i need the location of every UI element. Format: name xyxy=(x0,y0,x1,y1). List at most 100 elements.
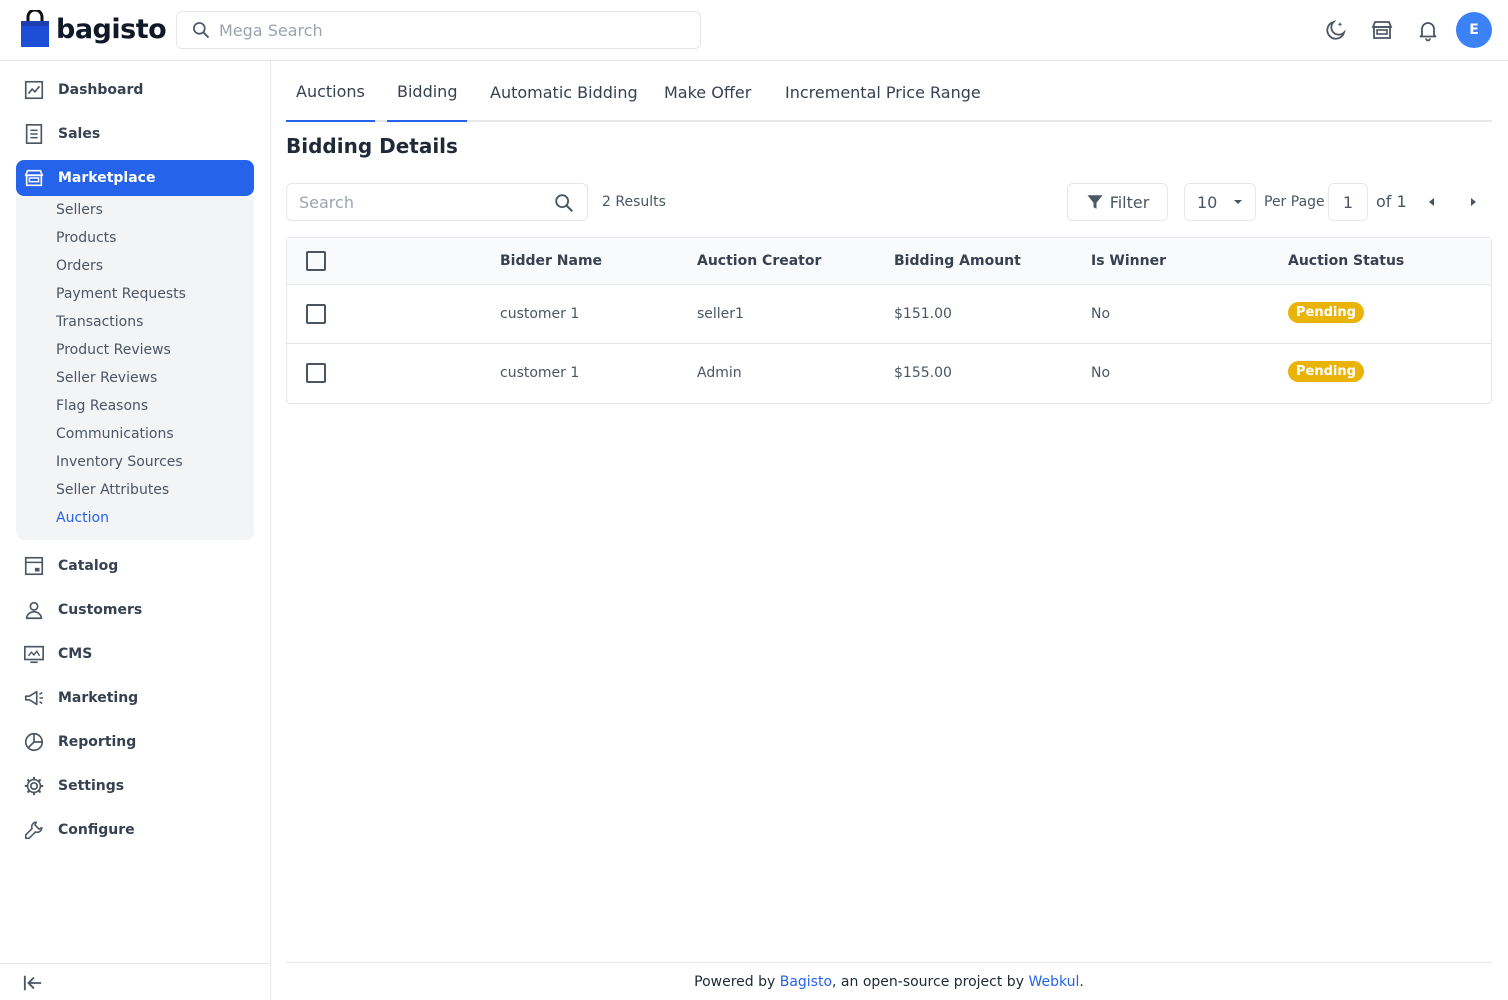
column-header-auction-status[interactable]: Auction Status xyxy=(1288,253,1404,269)
submenu-item-seller-reviews[interactable]: Seller Reviews xyxy=(56,370,157,386)
mega-search-box[interactable] xyxy=(176,11,701,49)
sidebar-item-label: Catalog xyxy=(58,558,119,574)
page-title: Bidding Details xyxy=(286,134,458,158)
sidebar-item-label: Customers xyxy=(58,602,143,618)
submenu-item-product-reviews[interactable]: Product Reviews xyxy=(56,342,171,358)
sidebar-item-reporting[interactable]: Reporting xyxy=(16,724,254,760)
sidebar-item-label: Sales xyxy=(58,126,101,142)
search-icon[interactable] xyxy=(553,192,575,214)
bidder-name-cell: customer 1 xyxy=(500,365,580,381)
sidebar: Dashboard Sales Marketplace Sellers Prod… xyxy=(0,61,271,1000)
row-checkbox[interactable] xyxy=(306,304,326,324)
notification-bell-icon[interactable] xyxy=(1415,17,1441,43)
page-number-input[interactable] xyxy=(1328,183,1368,221)
sidebar-item-label: Marketing xyxy=(58,690,139,706)
column-header-is-winner[interactable]: Is Winner xyxy=(1091,253,1166,269)
row-checkbox[interactable] xyxy=(306,363,326,383)
sidebar-item-marketing[interactable]: Marketing xyxy=(16,680,254,716)
per-page-value: 10 xyxy=(1197,192,1218,212)
tab-auctions[interactable]: Auctions xyxy=(286,62,375,122)
dark-mode-icon[interactable] xyxy=(1323,17,1349,43)
submenu-item-communications[interactable]: Communications xyxy=(56,426,174,442)
sidebar-item-label: CMS xyxy=(58,646,93,662)
tab-bidding[interactable]: Bidding xyxy=(387,62,468,122)
cms-icon xyxy=(22,642,46,666)
top-header: bagisto E xyxy=(0,0,1508,61)
submenu-item-products[interactable]: Products xyxy=(56,230,116,246)
status-badge: Pending xyxy=(1288,302,1364,323)
tab-bar: Auctions Bidding Automatic Bidding Make … xyxy=(286,62,1492,122)
column-header-bidding-amount[interactable]: Bidding Amount xyxy=(894,253,1021,269)
bagisto-link[interactable]: Bagisto xyxy=(780,974,832,990)
bidding-amount-cell: $151.00 xyxy=(894,306,952,322)
footer-suffix: . xyxy=(1079,973,1084,990)
column-header-bidder-name[interactable]: Bidder Name xyxy=(500,253,602,269)
column-header-auction-creator[interactable]: Auction Creator xyxy=(697,253,821,269)
submenu-item-sellers[interactable]: Sellers xyxy=(56,202,103,218)
tab-incremental-price-range[interactable]: Incremental Price Range xyxy=(785,62,981,122)
sidebar-item-customers[interactable]: Customers xyxy=(16,592,254,628)
filter-label: Filter xyxy=(1109,192,1150,212)
table-row: customer 1 seller1 $151.00 No Pending xyxy=(287,285,1491,344)
sidebar-item-label: Settings xyxy=(58,778,125,794)
sidebar-item-catalog[interactable]: Catalog xyxy=(16,548,254,584)
marketing-icon xyxy=(22,686,46,710)
mega-search-input[interactable] xyxy=(219,20,659,40)
results-count: 2 Results xyxy=(602,194,666,210)
footer-prefix: Powered by xyxy=(694,973,780,990)
storefront-icon[interactable] xyxy=(1369,17,1395,43)
previous-page-icon[interactable] xyxy=(1422,192,1442,212)
sidebar-item-label: Reporting xyxy=(58,734,137,750)
datagrid-search-box[interactable] xyxy=(286,183,588,221)
sidebar-item-dashboard[interactable]: Dashboard xyxy=(16,72,254,108)
tab-automatic-bidding[interactable]: Automatic Bidding xyxy=(490,62,638,122)
sidebar-collapse-bar xyxy=(0,963,270,1000)
per-page-select[interactable]: 10 xyxy=(1184,183,1256,221)
submenu-item-payment-requests[interactable]: Payment Requests xyxy=(56,286,186,302)
total-pages-label: of 1 xyxy=(1376,192,1407,211)
reporting-icon xyxy=(22,730,46,754)
sidebar-item-label: Configure xyxy=(58,822,135,838)
settings-icon xyxy=(22,774,46,798)
table-row: customer 1 Admin $155.00 No Pending xyxy=(287,344,1491,403)
shopping-bag-icon xyxy=(21,10,49,47)
logo-text: bagisto xyxy=(56,13,167,45)
auction-creator-cell: Admin xyxy=(697,365,742,381)
submenu-item-orders[interactable]: Orders xyxy=(56,258,103,274)
sidebar-item-marketplace[interactable]: Marketplace xyxy=(16,160,254,196)
footer: Powered by Bagisto , an open-source proj… xyxy=(286,962,1492,1000)
search-icon xyxy=(193,22,210,39)
sidebar-item-label: Marketplace xyxy=(58,170,156,186)
select-all-checkbox[interactable] xyxy=(306,251,326,271)
submenu-item-seller-attributes[interactable]: Seller Attributes xyxy=(56,482,169,498)
tab-make-offer[interactable]: Make Offer xyxy=(664,62,751,122)
webkul-link[interactable]: Webkul xyxy=(1028,974,1079,990)
customers-icon xyxy=(22,598,46,622)
auction-creator-cell: seller1 xyxy=(697,306,744,322)
dashboard-icon xyxy=(22,78,46,102)
sidebar-item-cms[interactable]: CMS xyxy=(16,636,254,672)
bidding-table: Bidder Name Auction Creator Bidding Amou… xyxy=(286,237,1492,404)
configure-icon xyxy=(22,818,46,842)
user-avatar[interactable]: E xyxy=(1456,12,1492,48)
submenu-item-inventory-sources[interactable]: Inventory Sources xyxy=(56,454,183,470)
sidebar-item-sales[interactable]: Sales xyxy=(16,116,254,152)
sales-icon xyxy=(22,122,46,146)
logo[interactable]: bagisto xyxy=(20,10,167,48)
per-page-label: Per Page xyxy=(1264,194,1325,210)
submenu-item-auction[interactable]: Auction xyxy=(56,510,109,526)
next-page-icon[interactable] xyxy=(1463,192,1483,212)
filter-button[interactable]: Filter xyxy=(1067,183,1168,221)
bidding-amount-cell: $155.00 xyxy=(894,365,952,381)
sidebar-item-settings[interactable]: Settings xyxy=(16,768,254,804)
catalog-icon xyxy=(22,554,46,578)
bidder-name-cell: customer 1 xyxy=(500,306,580,322)
datagrid-search-input[interactable] xyxy=(299,192,539,212)
submenu-item-transactions[interactable]: Transactions xyxy=(56,314,143,330)
sidebar-item-configure[interactable]: Configure xyxy=(16,812,254,848)
caret-down-icon xyxy=(1234,200,1242,204)
marketplace-submenu: Sellers Products Orders Payment Requests… xyxy=(16,196,254,540)
marketplace-icon xyxy=(22,166,46,190)
submenu-item-flag-reasons[interactable]: Flag Reasons xyxy=(56,398,148,414)
collapse-sidebar-icon[interactable] xyxy=(22,973,44,993)
